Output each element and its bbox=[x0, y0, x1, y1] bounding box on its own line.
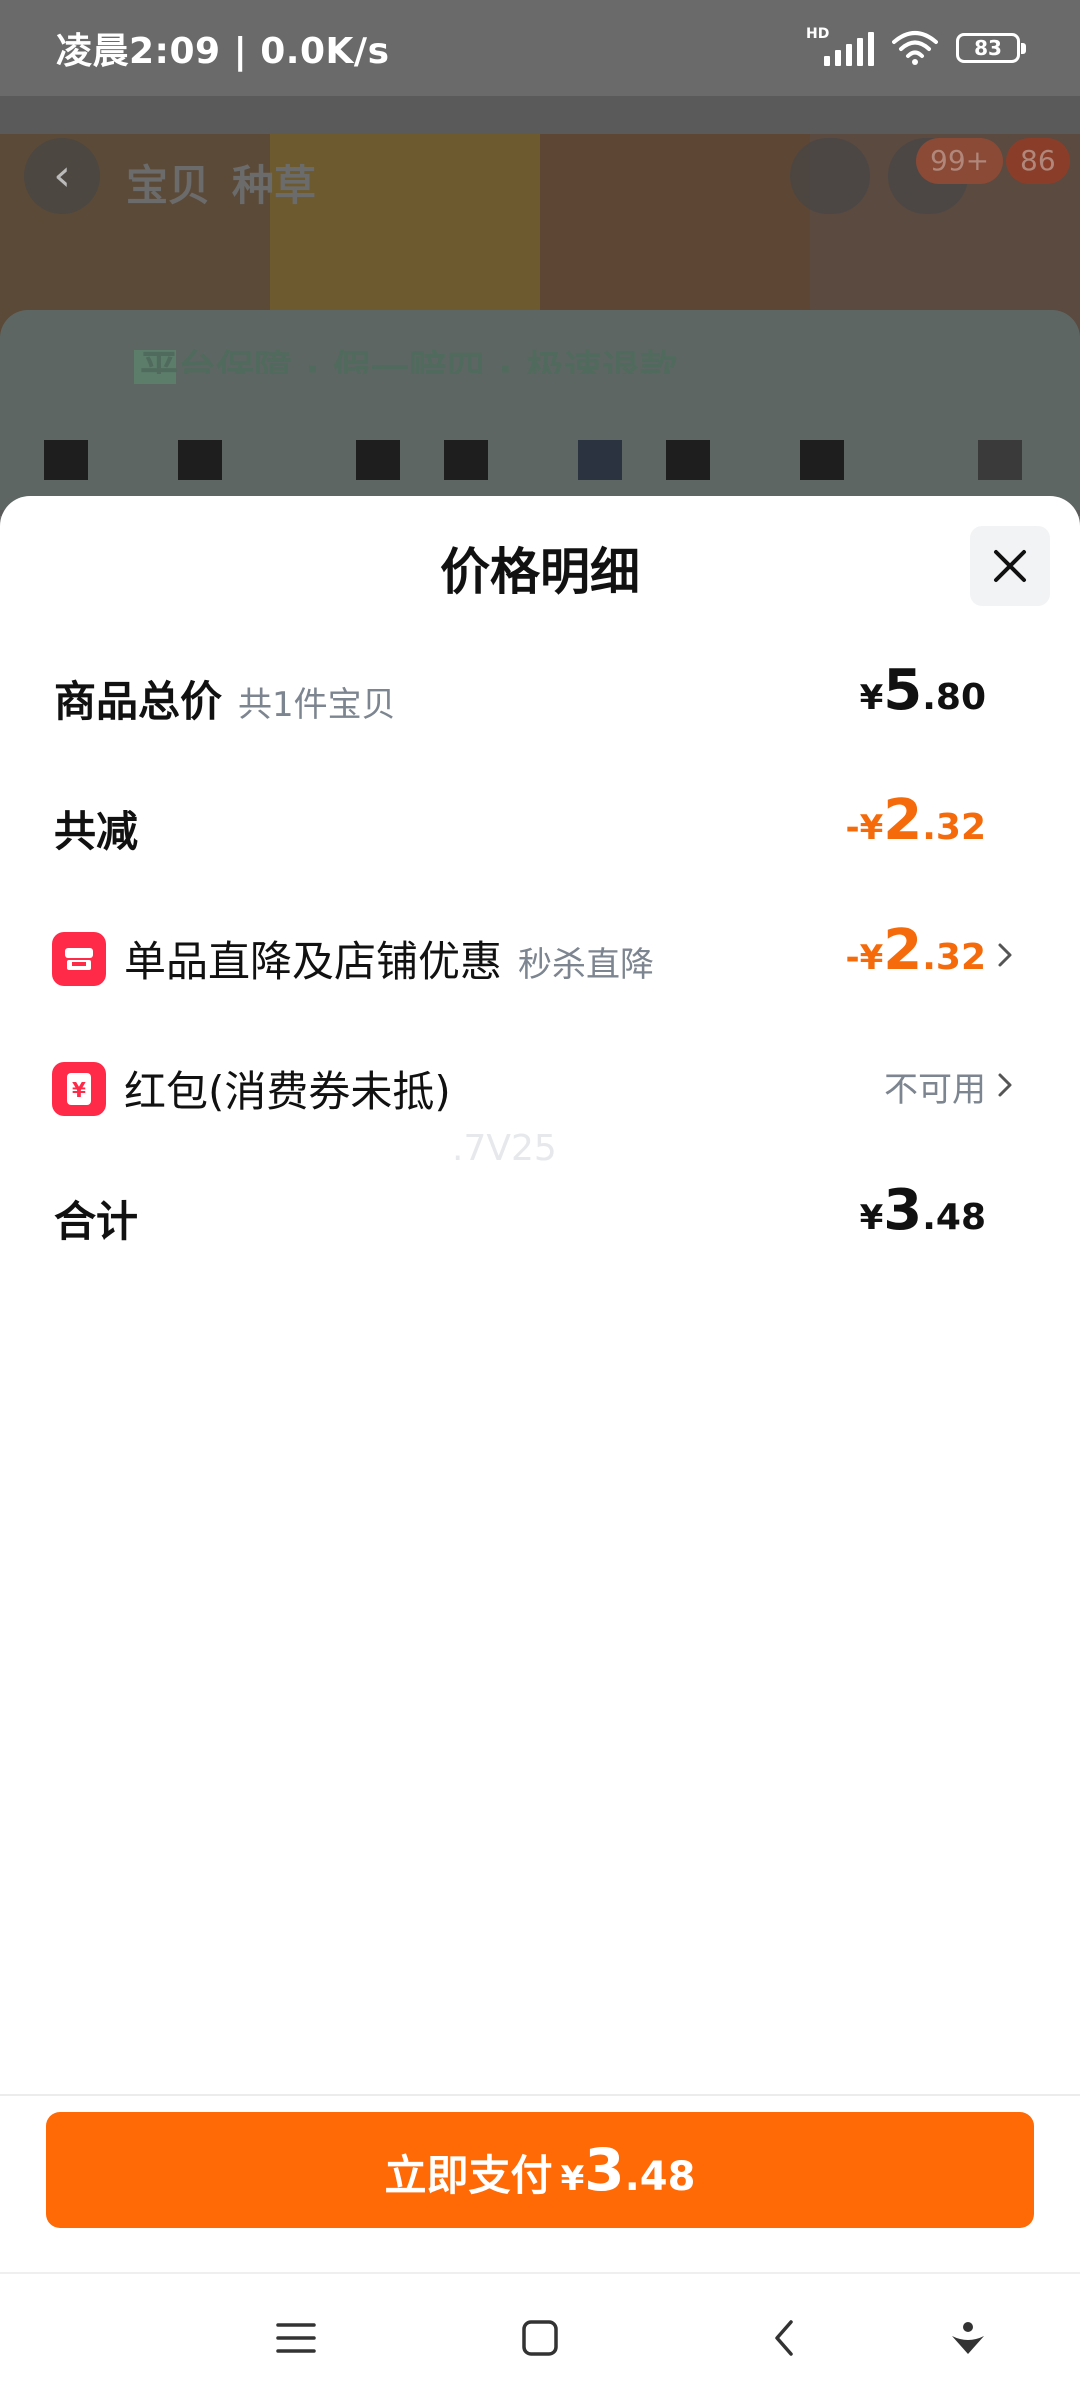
assistant-button[interactable] bbox=[938, 2308, 998, 2368]
assistant-icon bbox=[952, 2322, 984, 2354]
chevron-right-icon bbox=[998, 943, 1012, 967]
chevron-right-icon bbox=[998, 1073, 1012, 1097]
goods-total-price: ¥5.80 bbox=[859, 658, 986, 723]
close-icon bbox=[994, 550, 1026, 582]
row-label: 红包(消费券未抵) bbox=[124, 1067, 451, 1116]
item-count: 共1件宝贝 bbox=[238, 685, 396, 725]
system-nav-bar bbox=[0, 2272, 1080, 2400]
shop-icon bbox=[52, 932, 106, 986]
tab-baobei: 宝贝 bbox=[126, 161, 211, 210]
cart-badge: 99+ bbox=[916, 138, 1004, 184]
red-packet-status: 不可用 bbox=[884, 1070, 986, 1110]
total-discount-price: -¥ 2.32 bbox=[845, 788, 986, 853]
row-label: 合计 bbox=[54, 1197, 139, 1246]
background-top-nav: ‹ 宝贝 种草 99+ 86 bbox=[0, 116, 1080, 236]
row-label: 共减 bbox=[54, 807, 139, 856]
menu-button[interactable] bbox=[266, 2308, 326, 2368]
row-label: 单品直降及店铺优惠 秒杀直降 bbox=[124, 937, 655, 986]
battery-icon: 83 bbox=[956, 33, 1026, 63]
battery-level: 83 bbox=[974, 36, 1002, 60]
yen-icon: ¥ bbox=[52, 1062, 106, 1116]
status-bar: 凌晨2:09 | 0.0K/s HD 83 bbox=[0, 0, 1080, 96]
wifi-icon bbox=[892, 31, 938, 65]
pay-label: 立即支付 bbox=[384, 2151, 553, 2200]
sku-thumbnails bbox=[0, 440, 1080, 480]
discount-type: 秒杀直降 bbox=[518, 945, 655, 985]
watermark: .7V25 bbox=[452, 1128, 557, 1169]
sheet-title: 价格明细 bbox=[440, 543, 640, 601]
background-page: ‹ 宝贝 种草 99+ 86 平台保障 · 假一赔四 · 极速退款 bbox=[0, 96, 1080, 516]
svg-text:¥: ¥ bbox=[72, 1078, 86, 1102]
home-icon bbox=[522, 2320, 558, 2356]
screen: 凌晨2:09 | 0.0K/s HD 83 ‹ 宝贝 种草 99+ 86 平台保… bbox=[0, 0, 1080, 2400]
row-grand-total: 合计 ¥3.48 bbox=[0, 1174, 1080, 1254]
back-icon: ‹ bbox=[24, 138, 100, 214]
signal-icon: HD bbox=[806, 26, 874, 66]
menu-icon bbox=[276, 2323, 316, 2353]
guarantee-text: 平台保障 · 假一赔四 · 极速退款 bbox=[140, 347, 678, 374]
status-time: 凌晨2:09 | 0.0K/s bbox=[56, 31, 390, 72]
grand-total-price: ¥3.48 bbox=[859, 1178, 986, 1243]
row-total-goods: 商品总价 共1件宝贝 ¥5.80 bbox=[0, 654, 1080, 734]
shop-discount-price: -¥ 2.32 bbox=[845, 918, 986, 983]
status-icons: HD 83 bbox=[806, 26, 1026, 66]
pay-area: 立即支付 ¥3.48 bbox=[0, 2096, 1080, 2272]
pay-now-button[interactable]: 立即支付 ¥3.48 bbox=[46, 2112, 1034, 2228]
close-button[interactable] bbox=[970, 526, 1050, 606]
row-label: 商品总价 共1件宝贝 bbox=[54, 677, 396, 726]
row-shop-discount[interactable]: 单品直降及店铺优惠 秒杀直降 -¥ 2.32 bbox=[0, 914, 1080, 994]
price-detail-sheet: 价格明细 商品总价 共1件宝贝 ¥5.80 共减 -¥ 2.32 单品直降及店铺… bbox=[0, 496, 1080, 2272]
back-button[interactable] bbox=[754, 2308, 814, 2368]
row-total-discount: 共减 -¥ 2.32 bbox=[0, 784, 1080, 864]
tab-zhongcao: 种草 bbox=[232, 161, 317, 210]
share-icon bbox=[790, 138, 870, 214]
guarantee-banner: 平台保障 · 假一赔四 · 极速退款 bbox=[0, 310, 1080, 510]
row-red-packet[interactable]: ¥ 红包(消费券未抵) 不可用 bbox=[0, 1044, 1080, 1124]
home-button[interactable] bbox=[510, 2308, 570, 2368]
message-badge: 86 bbox=[1006, 138, 1070, 184]
back-icon bbox=[775, 2320, 793, 2356]
network-type: HD bbox=[806, 26, 830, 42]
